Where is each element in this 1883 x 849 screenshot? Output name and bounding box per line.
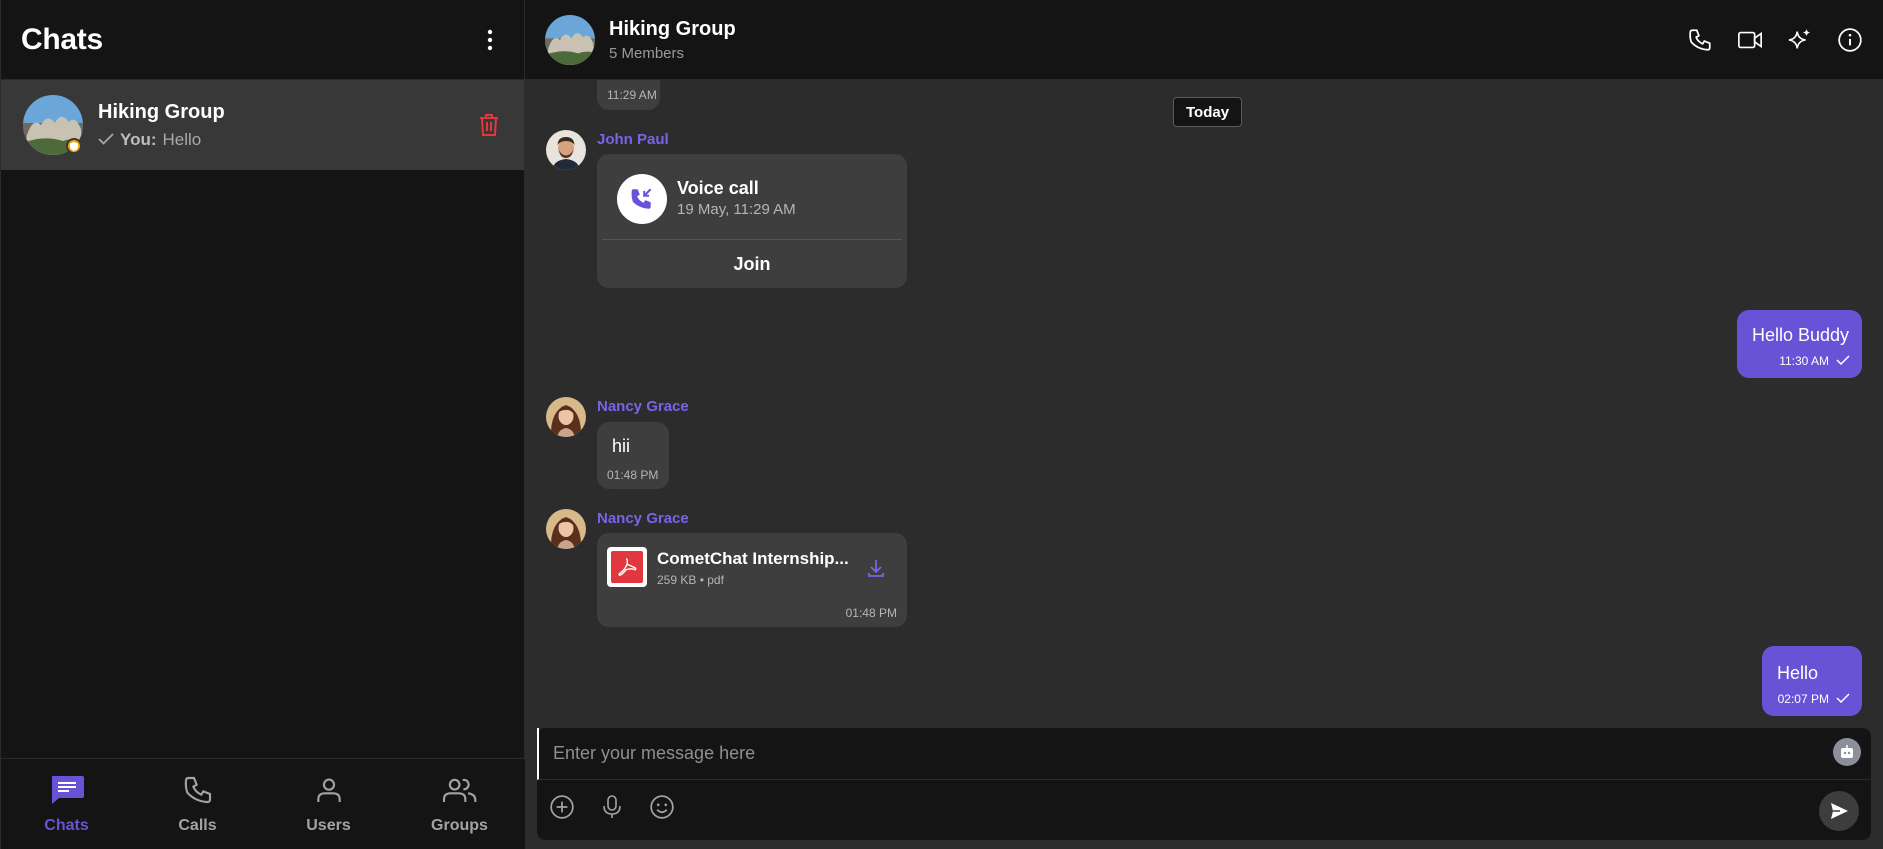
nav-groups[interactable]: Groups [394, 759, 525, 849]
file-meta: 259 KB • pdf [657, 573, 724, 587]
last-message-text: Hello [162, 129, 202, 149]
chat-icon [49, 774, 85, 811]
message-time: 02:07 PM [1777, 692, 1829, 706]
previous-message-bubble: 11:29 AM [597, 80, 660, 110]
header-actions [1687, 27, 1863, 53]
nav-label-chats: Chats [44, 816, 89, 834]
message-composer [537, 728, 1871, 840]
avatar-nancy-grace[interactable] [546, 397, 586, 437]
nav-users[interactable]: Users [263, 759, 394, 849]
composer-actions [549, 794, 675, 820]
send-icon[interactable] [1819, 791, 1859, 831]
read-receipt-icon [1836, 352, 1850, 370]
avatar-john-paul[interactable] [546, 130, 586, 170]
message-time: 11:30 AM [1779, 354, 1829, 368]
call-title: Voice call [677, 178, 759, 198]
message-time: 11:29 AM [607, 88, 657, 102]
ai-bot-icon[interactable] [1833, 738, 1861, 766]
user-icon [313, 774, 345, 811]
download-icon[interactable] [865, 557, 887, 579]
add-attachment-icon[interactable] [549, 794, 575, 820]
message-time: 01:48 PM [607, 468, 659, 482]
app: Chats Hiking Group You: Hello Chats Call… [0, 0, 1883, 849]
sender-name: Nancy Grace [597, 510, 689, 527]
message-text: Hello Buddy [1752, 325, 1850, 345]
message-text: hii [612, 436, 631, 456]
conversation-text: Hiking Group You: Hello [98, 101, 474, 150]
message-input[interactable] [537, 728, 1871, 780]
sidebar-title: Chats [21, 22, 103, 56]
nav-label-groups: Groups [431, 816, 488, 834]
outgoing-message-bubble: Hello Buddy 11:30 AM [1737, 310, 1862, 378]
avatar [23, 95, 83, 155]
chat-header-text: Hiking Group 5 Members [609, 18, 1687, 62]
pdf-icon [607, 547, 647, 587]
groups-icon [441, 774, 479, 811]
sidebar-header: Chats [1, 0, 524, 80]
you-label: You: [120, 129, 157, 149]
voice-call-icon[interactable] [1687, 27, 1713, 53]
file-name: CometChat Internship... [657, 549, 849, 568]
chat-title: Hiking Group [609, 17, 736, 40]
conversation-item-hiking-group[interactable]: Hiking Group You: Hello [1, 80, 524, 170]
message-time: 01:48 PM [845, 606, 897, 620]
conversation-name: Hiking Group [98, 100, 225, 123]
sidebar: Chats Hiking Group You: Hello Chats Call… [0, 0, 525, 849]
nav-label-users: Users [306, 816, 351, 834]
chat-panel: Hiking Group 5 Members 11:29 AM Today Jo… [525, 0, 1883, 849]
file-message-bubble: CometChat Internship... 259 KB • pdf 01:… [597, 533, 907, 627]
nav-label-calls: Calls [178, 816, 217, 834]
incoming-call-icon [617, 174, 667, 224]
more-options-icon[interactable] [476, 26, 504, 54]
info-icon[interactable] [1837, 27, 1863, 53]
sender-name: Nancy Grace [597, 398, 689, 415]
ai-sparkle-icon[interactable] [1787, 27, 1813, 53]
message-text: Hello [1777, 663, 1819, 683]
message-list[interactable]: 11:29 AM Today John Paul Voice call 19 M… [525, 80, 1883, 727]
nav-calls[interactable]: Calls [132, 759, 263, 849]
voice-call-bubble: Voice call 19 May, 11:29 AM Join [597, 154, 907, 288]
phone-icon [181, 774, 215, 811]
outgoing-message-bubble: Hello 02:07 PM [1762, 646, 1862, 716]
shield-icon [66, 138, 82, 154]
nav-chats[interactable]: Chats [1, 759, 132, 849]
bottom-nav: Chats Calls Users Groups [1, 758, 525, 849]
sender-name: John Paul [597, 131, 669, 148]
microphone-icon[interactable] [599, 794, 625, 820]
conversation-last-message: You: Hello [98, 130, 474, 150]
incoming-message-bubble: hii 01:48 PM [597, 422, 669, 489]
read-receipt-icon [1836, 690, 1850, 708]
emoji-icon[interactable] [649, 794, 675, 820]
group-avatar[interactable] [545, 14, 595, 65]
sent-check-icon [98, 130, 114, 150]
message-meta: 02:07 PM [1778, 690, 1850, 708]
call-subtitle: 19 May, 11:29 AM [677, 201, 796, 218]
video-call-icon[interactable] [1737, 27, 1763, 53]
chat-header: Hiking Group 5 Members [525, 0, 1883, 80]
message-meta: 11:30 AM [1779, 352, 1850, 370]
avatar-nancy-grace[interactable] [546, 509, 586, 549]
join-call-button[interactable]: Join [597, 240, 907, 288]
date-separator: Today [1173, 97, 1243, 127]
members-count: 5 Members [609, 44, 685, 62]
delete-icon[interactable] [474, 110, 504, 140]
